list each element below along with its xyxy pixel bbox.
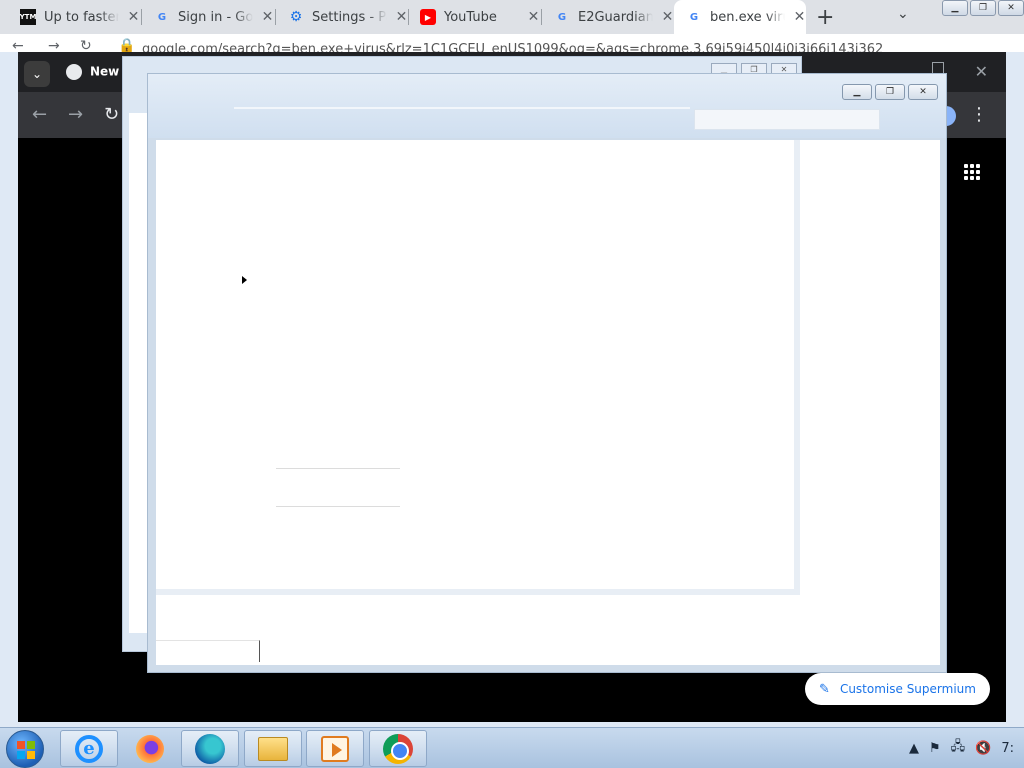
tab-list-chevron-icon[interactable]: ⌄ (24, 61, 50, 87)
tab-youtube[interactable]: ▶ YouTube ✕ (408, 0, 540, 34)
reload-icon[interactable]: ↻ (80, 38, 92, 52)
close-window-button[interactable]: ✕ (998, 0, 1024, 16)
ghost-title-bar: ▁ ❐ ✕ (148, 74, 946, 138)
status-field (156, 640, 260, 662)
tab-favicon-icon (66, 64, 82, 80)
tab-title: YouTube (444, 9, 497, 25)
window-controls: ▁ ❐ ✕ (940, 0, 1024, 16)
taskbar-media-player[interactable] (306, 730, 364, 767)
taskbar-chrome[interactable] (369, 730, 427, 767)
action-center-flag-icon[interactable]: ⚑ (929, 741, 941, 756)
google-favicon-icon: G (157, 11, 167, 23)
customise-label: Customise Supermium (839, 682, 976, 696)
taskbar-firefox[interactable] (121, 730, 179, 767)
tab-title: ben.exe virus (710, 9, 785, 25)
tab-sign-in[interactable]: G Sign in - Goo ✕ (142, 0, 274, 34)
edge-icon (195, 733, 225, 764)
tab-search-chevron-icon[interactable]: ⌄ (897, 6, 909, 22)
windows-logo-icon (17, 741, 35, 759)
close-tab-icon[interactable]: ✕ (261, 9, 274, 25)
tab-title: Up to faster (44, 9, 119, 25)
customise-button[interactable]: ✎ Customise Supermium (805, 673, 990, 705)
chrome-icon (383, 733, 413, 764)
start-button[interactable] (6, 730, 44, 768)
menu-kebab-icon[interactable]: ⋮ (970, 104, 988, 125)
taskbar-explorer[interactable] (244, 730, 302, 767)
tab-e2guardian[interactable]: G E2Guardian ✕ (542, 0, 674, 34)
apps-grid-icon[interactable] (964, 164, 980, 180)
system-tray: ▲ ⚑ 🖧 🔇 7: (909, 728, 1024, 768)
tray-expand-icon[interactable]: ▲ (909, 741, 919, 756)
back-arrow-icon[interactable]: ← (32, 104, 47, 125)
tab-settings[interactable]: ⚙ Settings - Pa ✕ (276, 0, 408, 34)
maximize-button[interactable]: ❐ (970, 0, 996, 16)
maximize-button[interactable]: ❐ (875, 84, 905, 100)
tab-title: Sign in - Goo (178, 9, 253, 25)
tab-title: E2Guardian (578, 9, 653, 25)
google-favicon-icon: G (689, 11, 699, 23)
forward-arrow-icon[interactable]: → (48, 38, 60, 52)
expand-arrow-icon[interactable] (242, 276, 247, 284)
close-window-button[interactable]: ✕ (908, 84, 938, 100)
search-input[interactable] (694, 109, 880, 130)
ghost-window-controls: ▁ ❐ ✕ (839, 84, 938, 100)
address-bar[interactable]: google.com/search?q=ben.exe+virus&rlz=1C… (142, 42, 883, 52)
tab-youtube-music[interactable]: YTM Up to faster ✕ (8, 0, 140, 34)
media-player-icon (321, 735, 349, 762)
volume-muted-icon[interactable]: 🔇 (975, 741, 991, 756)
ghost-window-content (156, 140, 940, 665)
back-arrow-icon[interactable]: ← (12, 38, 24, 52)
ghost-window-front: ▁ ❐ ✕ (147, 73, 947, 673)
close-tab-icon[interactable]: ✕ (661, 9, 674, 25)
divider (276, 468, 400, 469)
lock-icon: 🔒 (118, 38, 136, 52)
internet-explorer-icon: e (75, 734, 103, 763)
close-tab-icon[interactable]: ✕ (127, 9, 140, 25)
network-icon[interactable]: 🖧 (951, 737, 966, 759)
reload-icon[interactable]: ↻ (104, 104, 119, 125)
outer-tab-strip: YTM Up to faster ✕ G Sign in - Goo ✕ ⚙ S… (0, 0, 1024, 34)
taskbar-edge[interactable] (181, 730, 239, 767)
divider (276, 506, 400, 507)
ytm-favicon-icon: YTM (20, 9, 36, 25)
address-line (234, 107, 690, 109)
close-tab-icon[interactable]: ✕ (793, 9, 806, 25)
gear-icon: ⚙ (289, 9, 303, 25)
folder-icon (258, 736, 288, 761)
google-favicon-icon: G (557, 11, 567, 23)
clock[interactable]: 7: (1001, 741, 1014, 756)
taskbar-internet-explorer[interactable]: e (60, 730, 118, 767)
taskbar: e ▲ ⚑ 🖧 🔇 7: (0, 727, 1024, 768)
ghost-content-pane (156, 140, 800, 595)
minimize-button[interactable]: ▁ (942, 0, 968, 16)
close-window-icon[interactable]: ✕ (975, 62, 988, 81)
youtube-favicon-icon: ▶ (420, 9, 436, 25)
new-tab-button[interactable]: + (816, 5, 834, 30)
minimize-button[interactable]: ▁ (842, 84, 872, 100)
firefox-icon (136, 734, 164, 763)
outer-omnibox-strip: ← → ↻ 🔒 google.com/search?q=ben.exe+viru… (0, 34, 1024, 52)
tab-ben-exe-virus[interactable]: G ben.exe virus ✕ (674, 0, 806, 34)
close-tab-icon[interactable]: ✕ (395, 9, 408, 25)
pencil-icon: ✎ (819, 681, 830, 697)
close-tab-icon[interactable]: ✕ (527, 9, 540, 25)
forward-arrow-icon[interactable]: → (68, 104, 83, 125)
tab-title: Settings - Pa (312, 9, 387, 25)
